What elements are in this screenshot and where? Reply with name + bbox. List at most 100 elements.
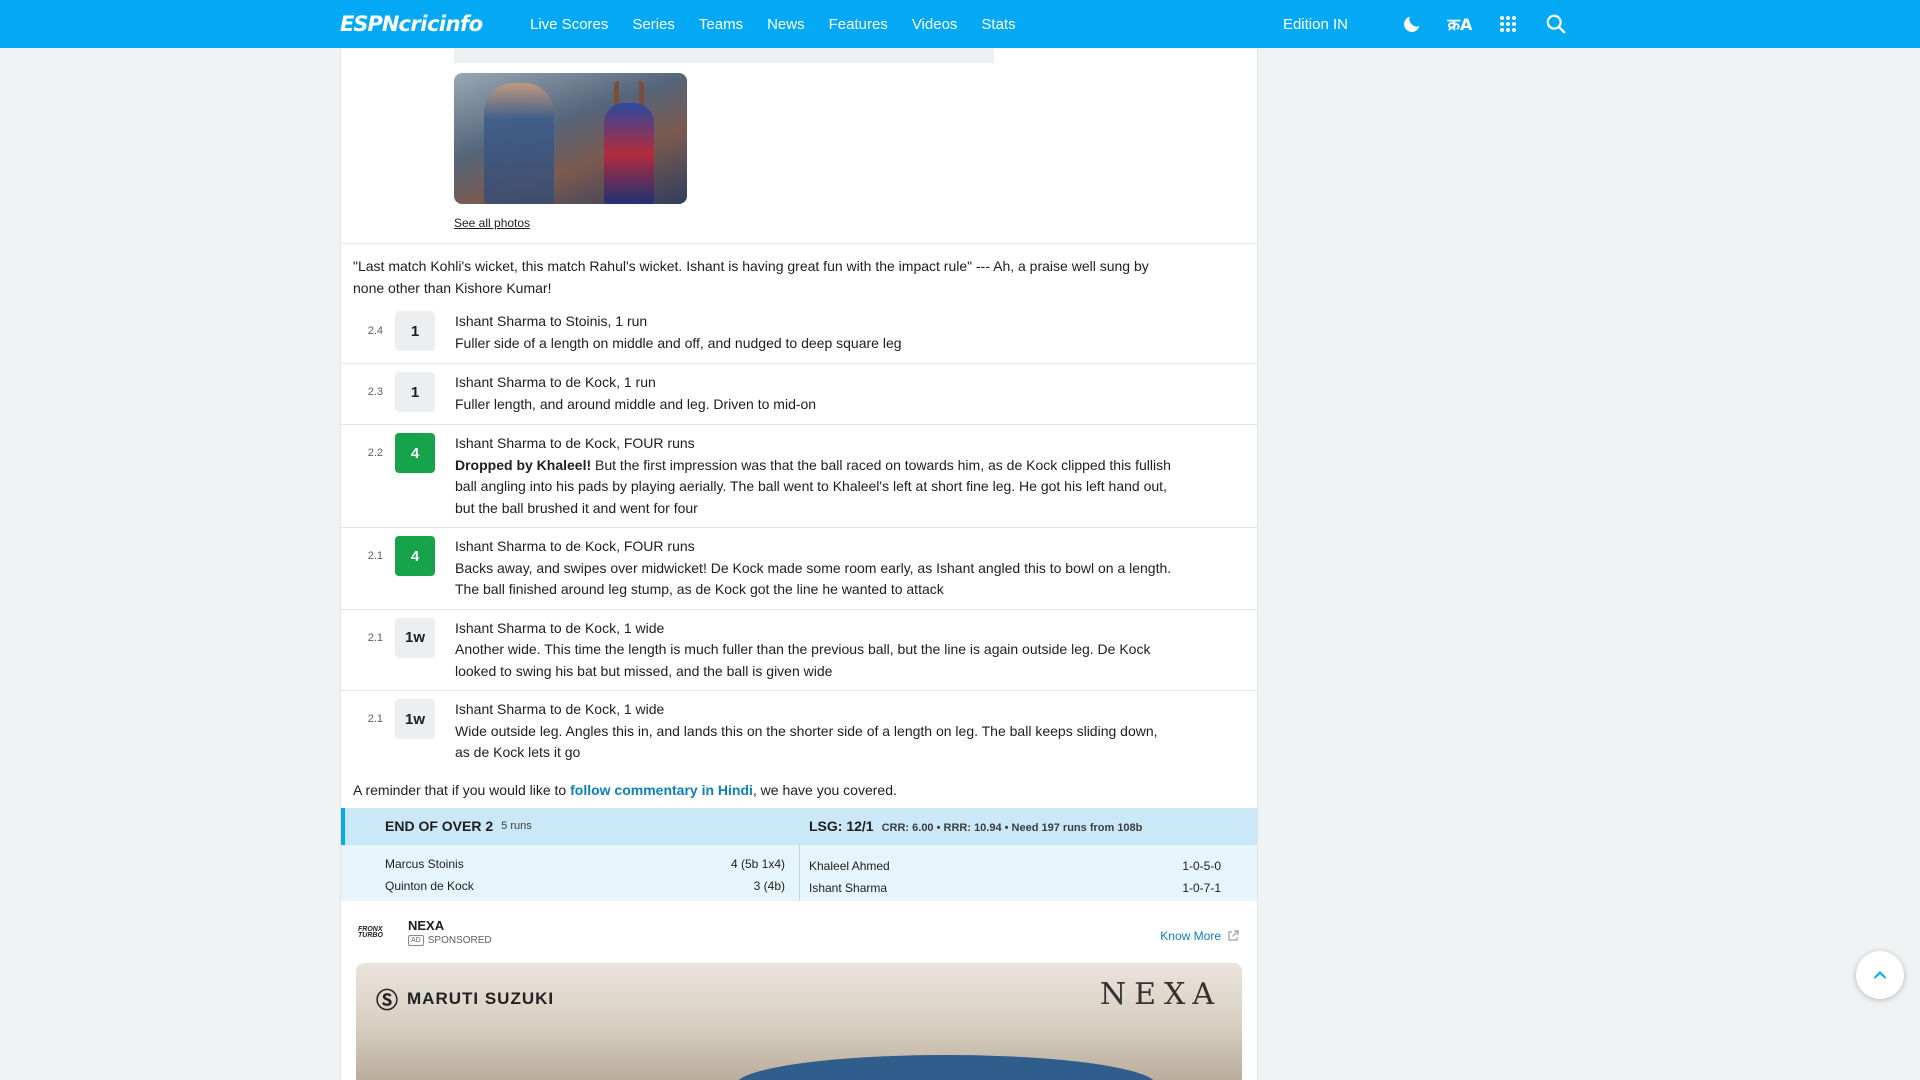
- nav-right-tools: Edition IN क्रA: [1283, 0, 1568, 48]
- sponsor-logo[interactable]: FRONX TURBO: [358, 926, 394, 939]
- espncricinfo-logo[interactable]: ESPNcricinfo: [340, 12, 483, 36]
- commentary-note: "Last match Kohli's wicket, this match R…: [353, 258, 1149, 296]
- ball-description: Ishant Sharma to de Kock, 1 run Fuller l…: [455, 372, 1175, 416]
- suzuki-s-icon: Ⓢ: [376, 987, 400, 1013]
- see-all-photos-link[interactable]: See all photos: [454, 216, 530, 230]
- ball-row: 2.2 4 Ishant Sharma to de Kock, FOUR run…: [341, 425, 1257, 528]
- sponsored-label: AD SPONSORED: [408, 934, 492, 946]
- nexa-banner-title: NEXA: [1099, 976, 1222, 1012]
- nav-features[interactable]: Features: [829, 16, 888, 33]
- bowlers-column: Khaleel Ahmed 1-0-5-0 Ishant Sharma 1-0-7-…: [809, 855, 1221, 899]
- ball-row: 2.1 4 Ishant Sharma to de Kock, FOUR run…: [341, 528, 1257, 610]
- over-number: 2.4: [367, 325, 383, 337]
- bowler-row: Ishant Sharma 1-0-7-1: [809, 877, 1221, 899]
- ball-description: Ishant Sharma to de Kock, FOUR runs Back…: [455, 536, 1175, 601]
- ball-result-badge: 4: [395, 433, 435, 473]
- nav-teams[interactable]: Teams: [699, 16, 743, 33]
- ball-text: Another wide. This time the length is mu…: [455, 641, 1151, 679]
- ball-result-badge: 1: [395, 372, 435, 412]
- nav-news[interactable]: News: [767, 16, 805, 33]
- batter-name[interactable]: Quinton de Kock: [385, 875, 474, 897]
- bowler-figures: 1-0-5-0: [1182, 858, 1221, 873]
- ball-text: Wide outside leg. Angles this in, and la…: [455, 722, 1158, 761]
- hindi-commentary-link[interactable]: follow commentary in Hindi: [570, 782, 753, 798]
- bowler-name[interactable]: Khaleel Ahmed: [809, 855, 890, 877]
- batter-row: Marcus Stoinis 4 (5b 1x4): [385, 853, 785, 875]
- ad-badge: AD: [408, 934, 424, 946]
- apps-grid-icon[interactable]: [1496, 12, 1520, 36]
- ball-row: 2.1 1w Ishant Sharma to de Kock, 1 wide …: [341, 610, 1257, 691]
- scroll-to-top-button[interactable]: [1856, 951, 1904, 999]
- bowler-name[interactable]: Ishant Sharma: [809, 877, 887, 899]
- end-of-over-label: END OF OVER 2: [385, 818, 494, 834]
- ball-result-badge: 1w: [395, 617, 435, 658]
- ball-title: Ishant Sharma to Stoinis, 1 run: [455, 313, 648, 329]
- over-number: 2.1: [367, 631, 383, 644]
- reminder-text-post: , we have you covered.: [752, 781, 897, 798]
- team-score-group: LSG: 12/1 CRR: 6.00 • RRR: 10.94 • Need 1…: [809, 818, 1142, 834]
- ball-title: Ishant Sharma to de Kock, 1 wide: [455, 619, 665, 636]
- search-icon[interactable]: [1544, 12, 1568, 36]
- run-rates: CRR: 6.00 • RRR: 10.94 • Need 197 runs f…: [881, 822, 1143, 834]
- know-more-label: Know More: [1160, 928, 1221, 943]
- photo-gallery-block: See all photos: [341, 48, 1257, 244]
- ball-text: Fuller length, and around middle and leg…: [455, 395, 817, 412]
- ball-result-badge: 4: [395, 536, 435, 576]
- nav-videos[interactable]: Videos: [912, 16, 958, 33]
- ball-title: Ishant Sharma to de Kock, 1 wide: [455, 701, 665, 717]
- external-link-icon: [1228, 929, 1239, 941]
- batters-column: Marcus Stoinis 4 (5b 1x4) Quinton de Kock…: [385, 853, 785, 897]
- ad-banner-image[interactable]: Ⓢ MARUTI SUZUKI NEXA: [356, 962, 1242, 1080]
- bowler-row: Khaleel Ahmed 1-0-5-0: [809, 855, 1221, 877]
- sponsored-text: SPONSORED: [427, 934, 492, 946]
- chevron-up-icon: [1874, 971, 1886, 979]
- nav-series[interactable]: Series: [632, 16, 675, 33]
- top-navigation-bar: ESPNcricinfo Live Scores Series Teams Ne…: [0, 0, 1920, 48]
- ball-row: 2.4 1 Ishant Sharma to Stoinis, 1 run Fu…: [341, 303, 1257, 364]
- nav-live-scores[interactable]: Live Scores: [530, 16, 608, 33]
- ball-highlight: Dropped by Khaleel!: [455, 456, 592, 473]
- hindi-reminder-note: A reminder that if you would like to fol…: [341, 772, 1257, 808]
- ball-text: Backs away, and swipes over midwicket! D…: [455, 559, 1172, 598]
- over-number: 2.3: [367, 386, 383, 398]
- ball-description: Ishant Sharma to de Kock, FOUR runs Drop…: [455, 433, 1175, 519]
- logo-cricinfo-text: cricinfo: [398, 12, 483, 36]
- over-runs: 5 runs: [501, 820, 532, 832]
- logo-espn-text: ESPN: [340, 12, 399, 36]
- team-score: LSG: 12/1: [809, 818, 874, 834]
- sponsor-name[interactable]: NEXA: [408, 918, 444, 933]
- end-of-over-header: END OF OVER 2 5 runs LSG: 12/1 CRR: 6.00 …: [341, 807, 1257, 845]
- batter-score: 4 (5b 1x4): [730, 856, 785, 871]
- photo-figure-fielder: [604, 103, 654, 204]
- ball-title: Ishant Sharma to de Kock, FOUR runs: [455, 538, 695, 554]
- batter-row: Quinton de Kock 3 (4b): [385, 875, 785, 897]
- edition-selector[interactable]: Edition IN: [1283, 16, 1348, 33]
- over-number: 2.1: [367, 550, 383, 562]
- ball-description: Ishant Sharma to Stoinis, 1 run Fuller s…: [455, 311, 1175, 355]
- know-more-link[interactable]: Know More: [1160, 929, 1239, 943]
- nav-stats[interactable]: Stats: [981, 16, 1015, 33]
- moon-icon[interactable]: [1400, 12, 1424, 36]
- brand-text: MARUTI SUZUKI: [407, 988, 555, 1008]
- column-divider: [799, 844, 800, 901]
- ball-description: Ishant Sharma to de Kock, 1 wide Another…: [455, 618, 1175, 683]
- batter-name[interactable]: Marcus Stoinis: [385, 853, 464, 875]
- ball-title: Ishant Sharma to de Kock, 1 run: [455, 374, 656, 390]
- ball-by-ball-list: 2.4 1 Ishant Sharma to Stoinis, 1 run Fu…: [341, 303, 1257, 772]
- over-number: 2.1: [367, 713, 383, 725]
- ball-row: 2.1 1w Ishant Sharma to de Kock, 1 wide …: [341, 691, 1257, 772]
- match-photo-thumbnail[interactable]: [454, 73, 687, 204]
- previous-item-strip: [454, 48, 994, 63]
- car-silhouette: [736, 1054, 1156, 1080]
- hindi-icon[interactable]: क्रA: [1448, 12, 1473, 36]
- reminder-text-pre: A reminder that if you would like to: [353, 781, 571, 798]
- ball-title: Ishant Sharma to de Kock, FOUR runs: [455, 435, 695, 451]
- end-of-over-players: Marcus Stoinis 4 (5b 1x4) Quinton de Kock…: [341, 844, 1257, 901]
- over-number: 2.2: [367, 447, 383, 459]
- ball-description: Ishant Sharma to de Kock, 1 wide Wide ou…: [455, 699, 1175, 764]
- bowler-figures: 1-0-7-1: [1182, 880, 1221, 895]
- photo-figure-batter: [484, 83, 554, 204]
- batter-score: 3 (4b): [753, 878, 785, 893]
- ball-text: Fuller side of a length on middle and of…: [455, 334, 902, 351]
- commentary-column: See all photos "Last match Kohli's wicke…: [340, 48, 1258, 1080]
